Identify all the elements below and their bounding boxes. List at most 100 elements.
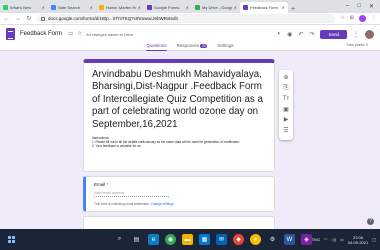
profile-avatar[interactable] [359, 15, 366, 22]
chrome-icon[interactable]: ◉ [165, 234, 176, 245]
tab-favicon-icon [51, 5, 56, 10]
app-icon[interactable]: ● [250, 234, 261, 245]
email-question-card[interactable]: Email * Valid email address This form is… [83, 176, 275, 212]
tab-title: Home, Marten Hot [106, 5, 136, 10]
description-line: 2. Your feedback is valuable for us. [92, 144, 142, 149]
folder-icon[interactable]: ▭ [68, 31, 73, 37]
tab-settings[interactable]: Settings [217, 41, 233, 51]
send-button[interactable]: Send [320, 29, 347, 39]
form-name[interactable]: Feedback Form [20, 31, 62, 37]
notifications-icon[interactable]: ▢ [372, 237, 376, 242]
tab-favicon-icon [3, 5, 8, 10]
tab-responses[interactable]: Responses 20 [177, 41, 208, 51]
email-label: Email * [94, 182, 266, 187]
form-description[interactable]: Instructions: 1. Please fill out in all … [92, 136, 266, 149]
volume-icon[interactable]: ◁) [332, 237, 336, 242]
tab-title: Safe Search [58, 5, 81, 10]
forms-tabs: Questions Responses 20 Settings [0, 41, 380, 51]
battery-icon[interactable]: ▭ [340, 237, 344, 242]
browser-menu-icon[interactable]: ⋮ [371, 15, 376, 22]
undo-icon[interactable]: ↶ [298, 31, 303, 38]
app-icon[interactable]: ◆ [233, 234, 244, 245]
lang-code: ENG [311, 237, 321, 242]
add-title-icon[interactable]: Tт [283, 96, 289, 103]
close-window-icon[interactable]: ✕ [369, 3, 374, 10]
store-icon[interactable]: ▦ [199, 234, 210, 245]
browser-tab-strip: What's New ✕ Safe Search ✕ Home, Marten … [0, 0, 380, 13]
tab-title: Google Forms [154, 5, 180, 10]
tab-label: Questions [146, 43, 167, 48]
import-questions-icon[interactable]: ⎘ [284, 85, 289, 92]
close-icon[interactable]: ✕ [138, 5, 141, 10]
browser-tab[interactable]: Home, Marten Hot ✕ [96, 2, 144, 13]
minimize-icon[interactable]: – [346, 3, 349, 10]
responses-count-badge: 20 [200, 44, 208, 48]
note-text: This form is collecting email addresses. [94, 202, 150, 206]
add-question-icon[interactable]: ⊕ [283, 75, 288, 82]
browser-tab[interactable]: Google Forms ✕ [144, 2, 192, 13]
tab-favicon-icon [195, 5, 200, 10]
search-icon[interactable]: ⌕ [114, 234, 125, 245]
close-icon[interactable]: ✕ [90, 5, 93, 10]
email-collect-note: This form is collecting email addresses.… [94, 202, 266, 206]
edge-icon[interactable]: e [148, 234, 159, 245]
url-input[interactable]: docs.google.com/forms/d/1Btp...XTmTKQ7ct… [37, 14, 336, 23]
tab-label: Settings [217, 43, 234, 48]
tab-label: Responses [176, 43, 200, 48]
clock[interactable]: 22:08 04-09-2021 [348, 235, 368, 245]
tab-title: My Drive - Google [202, 5, 232, 10]
mail-icon[interactable]: ✉ [216, 234, 227, 245]
forms-logo-icon[interactable] [6, 28, 15, 40]
add-video-icon[interactable]: ▶ [284, 117, 289, 124]
address-bar: ← → ↻ docs.google.com/forms/d/1Btp...XTm… [0, 13, 380, 25]
extensions-area: ☆ ⊞ ⋮ [340, 15, 376, 22]
extensions-icon[interactable]: ⊞ [350, 15, 354, 22]
browser-tab-active[interactable]: Feedback Form ✕ [240, 2, 288, 13]
add-section-icon[interactable]: ☰ [283, 128, 288, 135]
preview-eye-icon[interactable]: ◉ [287, 31, 292, 38]
windows-start-icon[interactable] [8, 236, 15, 243]
browser-tab[interactable]: Safe Search ✕ [48, 2, 96, 13]
tab-title: Feedback Form [250, 5, 279, 10]
lock-icon [41, 16, 45, 21]
add-image-icon[interactable]: ▣ [283, 107, 289, 114]
close-icon[interactable]: ✕ [234, 5, 237, 10]
browser-tab[interactable]: What's New ✕ [0, 2, 48, 13]
star-icon[interactable]: ☆ [77, 31, 82, 37]
language-indicator[interactable]: ENG [311, 237, 320, 242]
required-mark: * [106, 182, 109, 187]
close-icon[interactable]: ✕ [282, 5, 285, 10]
file-explorer-icon[interactable]: ▬ [182, 234, 193, 245]
close-icon[interactable]: ✕ [186, 5, 189, 10]
redo-icon[interactable]: ↷ [309, 31, 314, 38]
wifi-icon[interactable]: ◠ [324, 237, 328, 242]
help-icon[interactable]: ? [367, 218, 374, 225]
browser-tab[interactable]: My Drive - Google ✕ [192, 2, 240, 13]
avatar[interactable] [365, 29, 374, 39]
question-toolbar: ⊕ ⎘ Tт ▣ ▶ ☰ [279, 70, 293, 140]
tab-title: What's New [10, 5, 32, 10]
forms-header: Feedback Form ▭ ☆ All changes saved in D… [0, 25, 380, 51]
tab-favicon-icon [99, 5, 104, 10]
settings-gear-icon[interactable]: ⚙ [267, 234, 278, 245]
palette-icon[interactable]: ◐ [278, 31, 282, 37]
close-icon[interactable]: ✕ [42, 5, 45, 10]
total-points: Total points: 0 [346, 43, 368, 47]
form-title-card[interactable]: Arvindbabu Deshmukh Mahavidyalaya, Bhars… [83, 59, 275, 172]
more-options-icon[interactable]: ⋮ [353, 31, 359, 38]
tab-questions[interactable]: Questions [146, 41, 167, 51]
app-icon[interactable]: ◈ [301, 234, 312, 245]
word-icon[interactable]: W [284, 234, 295, 245]
taskbar: ⌕ ▤ e ◉ ▬ ▦ ✉ ◆ ● ⚙ W ◈ ∧ ENG ◠ ◁) ▭ 22:… [0, 229, 380, 250]
change-settings-link[interactable]: Change settings [151, 202, 174, 206]
maximize-icon[interactable]: □ [357, 3, 361, 10]
forward-icon[interactable]: → [15, 16, 21, 22]
window-controls: – □ ✕ [346, 3, 380, 10]
bookmark-star-icon[interactable]: ☆ [340, 15, 344, 22]
new-tab-icon[interactable]: + [291, 6, 299, 13]
form-title[interactable]: Arvindbabu Deshmukh Mahavidyalaya, Bhars… [92, 69, 266, 131]
email-field[interactable]: Valid email address [94, 191, 169, 197]
task-view-icon[interactable]: ▤ [131, 234, 142, 245]
back-icon[interactable]: ← [4, 16, 10, 22]
reload-icon[interactable]: ↻ [26, 15, 32, 22]
